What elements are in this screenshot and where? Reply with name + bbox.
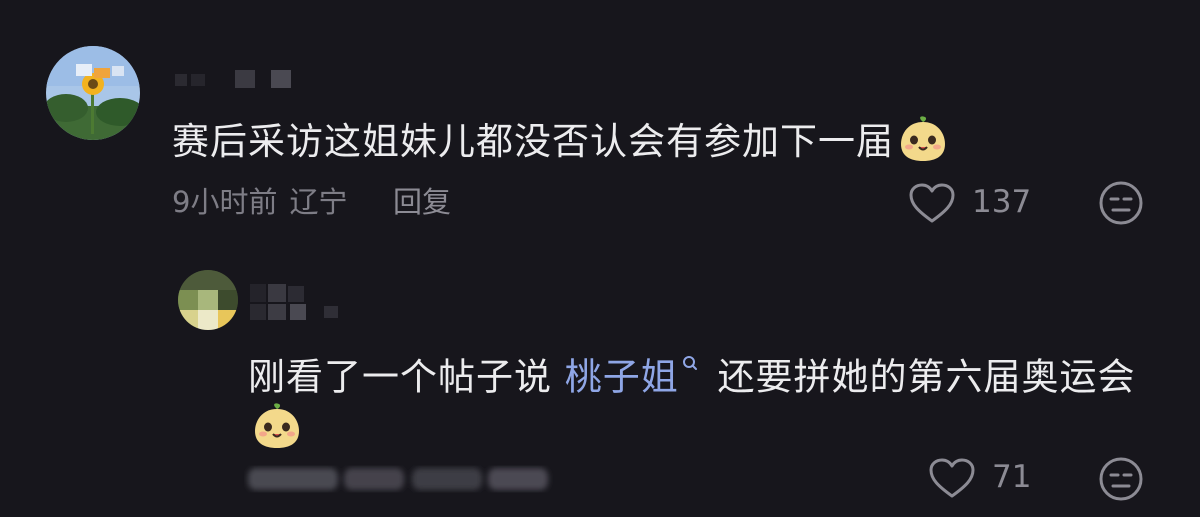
dislike-face-icon xyxy=(1099,457,1143,501)
like-count: 137 xyxy=(972,184,1032,220)
like-button[interactable] xyxy=(928,457,976,499)
heart-outline-icon xyxy=(929,458,975,498)
reply-button[interactable]: 回复 xyxy=(393,182,451,222)
username-blurred[interactable] xyxy=(175,70,295,90)
heart-outline-icon xyxy=(909,183,955,223)
comment-text: 赛后采访这姐妹儿都没否认会有参加下一届 xyxy=(172,116,948,165)
avatar[interactable] xyxy=(178,270,238,330)
like-count: 71 xyxy=(992,459,1032,495)
comment-body-end: 还要拼她的第六届奥运会 xyxy=(704,355,1136,399)
comment-body: 赛后采访这姐妹儿都没否认会有参加下一届 xyxy=(172,120,894,163)
comment-time: 9小时前 xyxy=(172,185,278,219)
avatar-image xyxy=(46,46,140,140)
comment-meta-blurred xyxy=(244,460,554,496)
comment-body-start: 刚看了一个帖子说 xyxy=(248,355,565,399)
search-hint-icon[interactable] xyxy=(681,338,699,370)
dislike-face-icon xyxy=(1099,181,1143,225)
avatar[interactable] xyxy=(46,46,140,140)
comment-meta: 9小时前 辽宁 xyxy=(172,182,347,222)
peach-face-emoji xyxy=(252,403,302,449)
comment-text: 刚看了一个帖子说 桃子姐 还要拼她的第六届奥运会 xyxy=(248,338,1148,455)
peach-face-emoji xyxy=(898,116,948,162)
dislike-button[interactable] xyxy=(1098,180,1144,226)
comment-location: 辽宁 xyxy=(289,185,348,219)
avatar-image xyxy=(178,270,238,330)
search-link[interactable]: 桃子姐 xyxy=(565,355,679,398)
dislike-button[interactable] xyxy=(1098,456,1144,502)
username-blurred[interactable] xyxy=(250,284,360,324)
like-button[interactable] xyxy=(908,182,956,224)
